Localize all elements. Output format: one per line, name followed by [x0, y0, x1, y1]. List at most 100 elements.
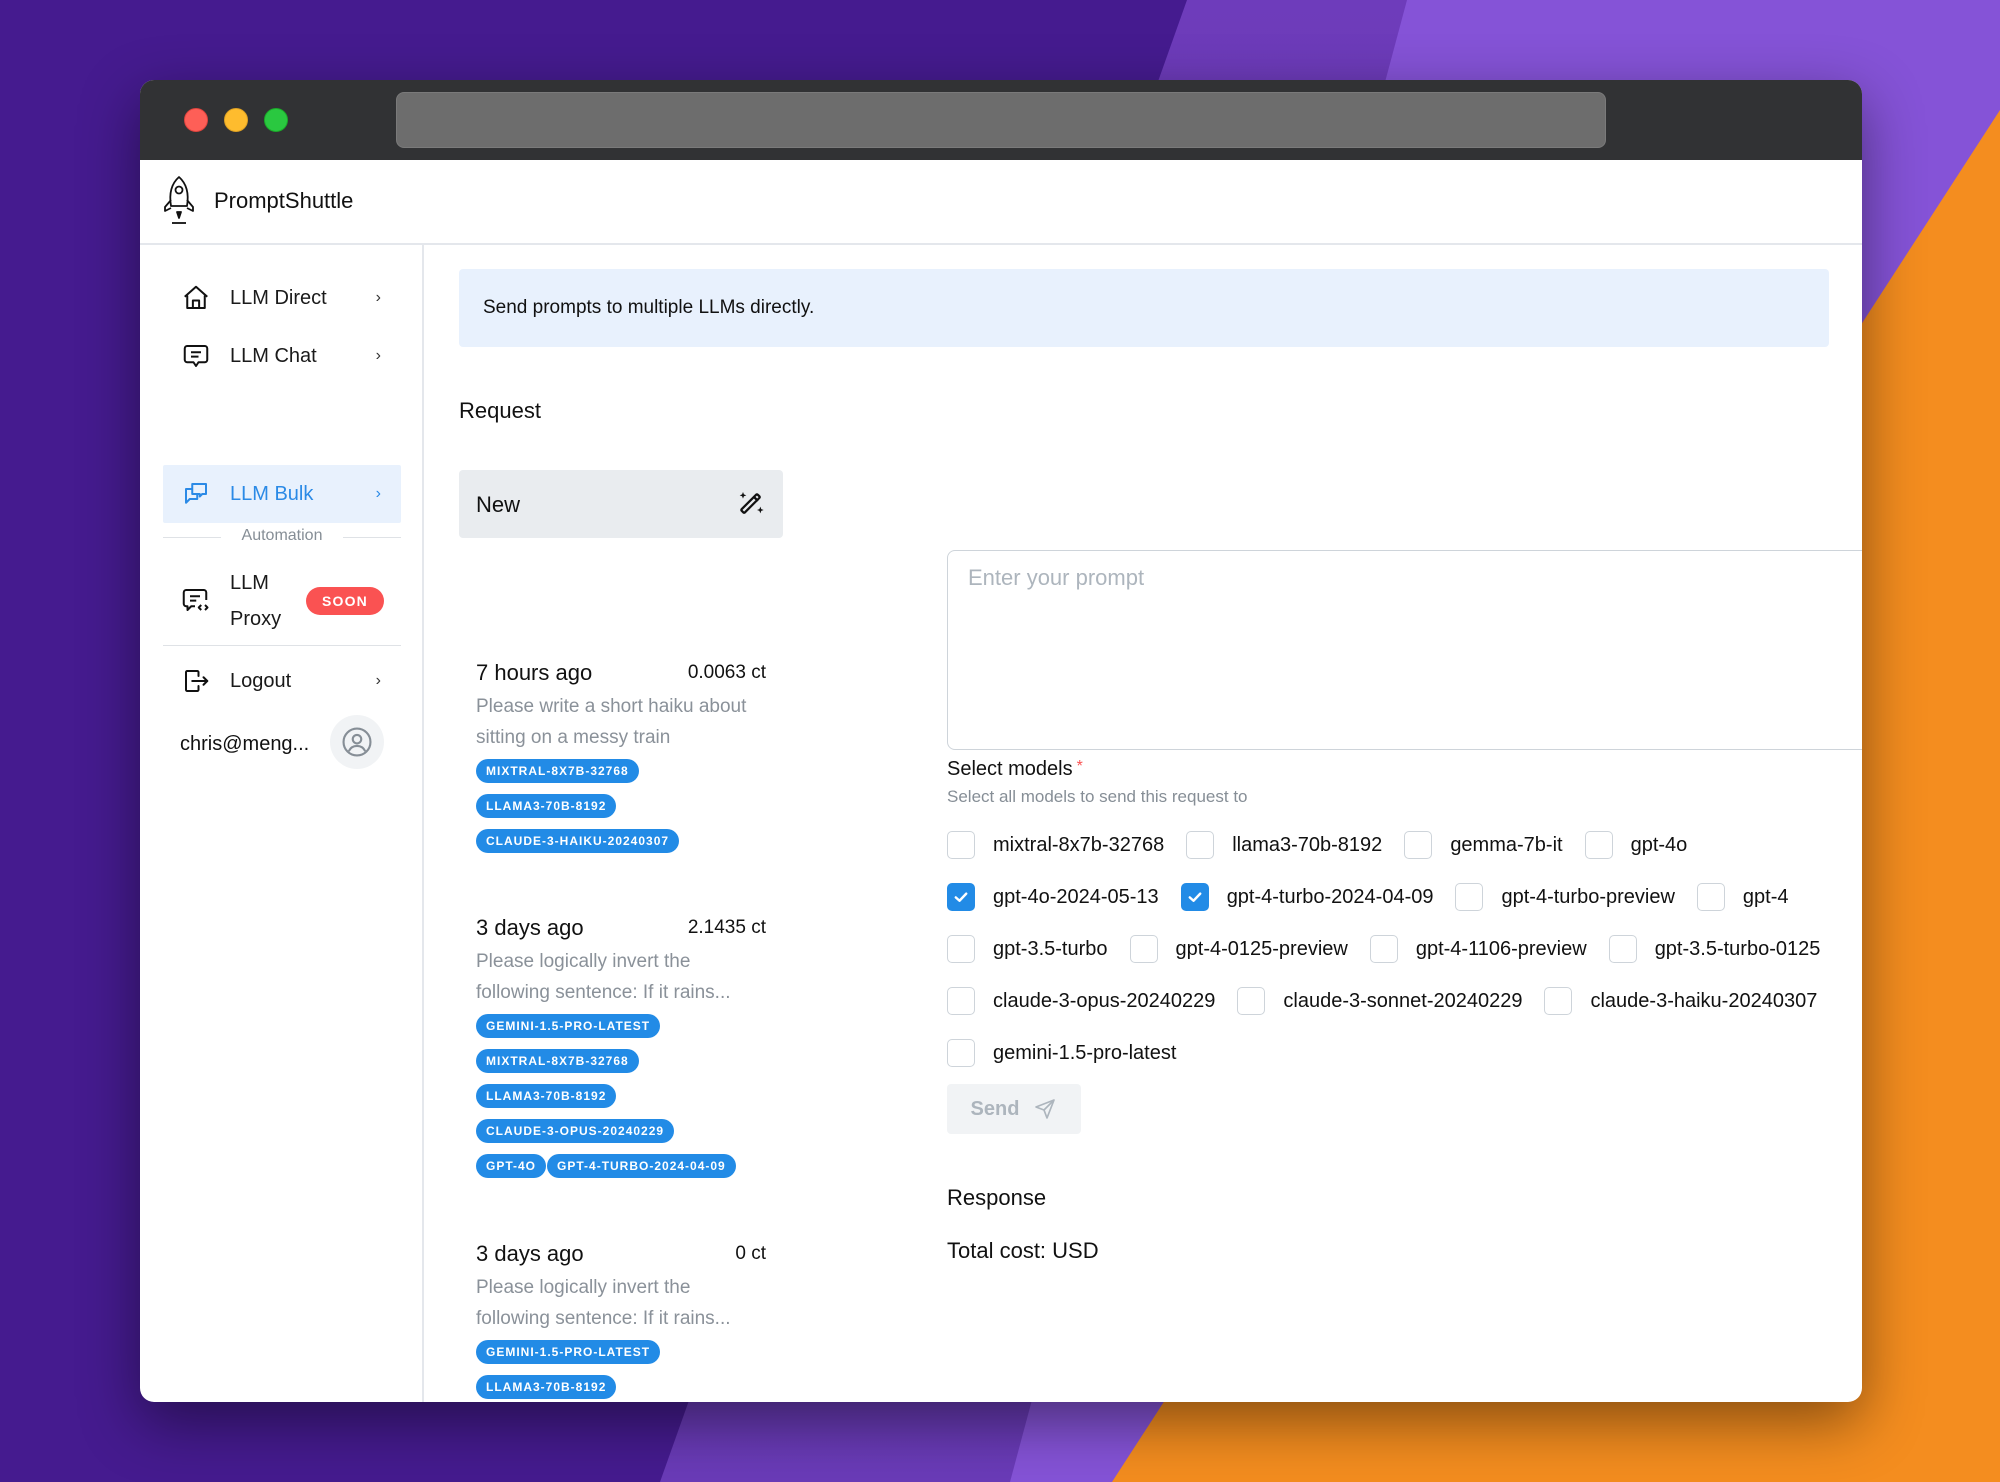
model-row: mixtral-8x7b-32768 llama3-70b-8192 gemma-7… [947, 819, 1862, 871]
model-name: gpt-4-turbo-2024-04-09 [1226, 885, 1434, 908]
model-checkbox-item[interactable]: llama3-70b-8192 [1186, 831, 1382, 859]
history-prompt: Please logically invert the following se… [476, 951, 731, 1003]
code-chat-icon [180, 585, 212, 617]
address-bar[interactable] [396, 92, 1606, 148]
model-name: gpt-4o-2024-05-13 [993, 885, 1159, 908]
checkbox-checked[interactable] [947, 883, 975, 911]
sidebar-item-llm-bulk[interactable]: LLM Bulk › [163, 465, 401, 523]
sidebar-item-label: LLM Direct [230, 286, 327, 309]
send-icon [1035, 1099, 1056, 1119]
model-row: gemini-1.5-pro-latest [947, 1027, 1862, 1079]
model-name: gemini-1.5-pro-latest [993, 1041, 1177, 1064]
section-label: Automation [241, 527, 323, 544]
chevron-right-icon: › [375, 347, 381, 364]
model-row: gpt-4o-2024-05-13 gpt-4-turbo-2024-04-09 g… [947, 871, 1862, 923]
rocket-logo-icon [164, 176, 194, 224]
checkbox[interactable] [947, 1039, 975, 1067]
model-tag: CLAUDE-3-HAIKU-20240307 [476, 829, 680, 853]
model-tag: GEMINI-1.5-PRO-LATEST [476, 1014, 661, 1038]
model-checkbox-item[interactable]: gemma-7b-it [1404, 831, 1563, 859]
checkbox[interactable] [1129, 935, 1158, 963]
sidebar-item-llm-chat[interactable]: LLM Chat › [163, 327, 401, 385]
maximize-window-button[interactable] [264, 108, 288, 132]
history-item[interactable]: 3 days ago 0 ct Please logically invert … [476, 1238, 766, 1402]
user-email: chris@meng... [180, 733, 310, 755]
checkbox[interactable] [947, 987, 975, 1015]
checkbox[interactable] [1696, 883, 1725, 911]
prompt-input[interactable] [947, 550, 1862, 750]
model-checkbox-item[interactable]: gpt-3.5-turbo-0125 [1608, 935, 1821, 963]
checkmark-icon [1188, 892, 1202, 902]
model-checkbox-item[interactable]: mixtral-8x7b-32768 [947, 831, 1164, 859]
checkbox[interactable] [1584, 831, 1613, 859]
model-name: llama3-70b-8192 [1232, 833, 1383, 856]
model-tag: GEMINI-1.5-PRO-LATEST [476, 1340, 661, 1364]
soon-badge: SOON [305, 587, 384, 615]
info-banner: Send prompts to multiple LLMs directly. [459, 269, 1829, 347]
response-heading: Response [947, 1185, 1047, 1210]
app-header: PromptShuttle [140, 160, 1862, 245]
model-tag: MIXTRAL-8X7B-32768 [476, 759, 639, 783]
sidebar-item-label: Logout [230, 669, 292, 692]
model-name: claude-3-opus-20240229 [993, 989, 1216, 1012]
checkbox[interactable] [1455, 883, 1484, 911]
model-checkbox-group: mixtral-8x7b-32768 llama3-70b-8192 gemma-7… [947, 819, 1862, 1079]
checkbox[interactable] [1544, 987, 1573, 1015]
model-checkbox-item[interactable]: gpt-4-0125-preview [1129, 935, 1348, 963]
history-cost: 0 ct [735, 1243, 766, 1264]
chat-icon [180, 340, 212, 372]
model-name: gpt-4 [1742, 885, 1789, 908]
sidebar-item-llm-proxy[interactable]: LLM Proxy SOON [163, 565, 401, 637]
model-tag: MIXTRAL-8X7B-32768 [476, 1049, 639, 1073]
sidebar-item-llm-direct[interactable]: LLM Direct › [163, 269, 401, 327]
model-name: mixtral-8x7b-32768 [993, 833, 1165, 856]
model-checkbox-item[interactable]: claude-3-opus-20240229 [947, 987, 1215, 1015]
model-name: claude-3-haiku-20240307 [1590, 989, 1818, 1012]
checkbox[interactable] [1369, 935, 1398, 963]
main-content: Send prompts to multiple LLMs directly. … [426, 245, 1862, 1402]
model-checkbox-item[interactable]: claude-3-haiku-20240307 [1544, 987, 1817, 1015]
sidebar: LLM Direct › LLM Chat › LLM Bulk › Autom… [140, 245, 424, 1402]
sidebar-item-logout[interactable]: Logout › [163, 652, 401, 710]
checkbox[interactable] [1237, 987, 1266, 1015]
minimize-window-button[interactable] [224, 108, 248, 132]
model-checkbox-item[interactable]: gemini-1.5-pro-latest [947, 1039, 1176, 1067]
model-checkbox-item[interactable]: gpt-3.5-turbo [947, 935, 1108, 963]
model-tag: GPT-4O [476, 1154, 547, 1178]
history-item[interactable]: 3 days ago 2.1435 ct Please logically in… [476, 912, 766, 1189]
model-tag: LLAMA3-70B-8192 [476, 794, 617, 818]
sidebar-item-label: LLM Proxy [230, 572, 282, 630]
history-cost: 0.0063 ct [687, 662, 766, 683]
model-checkbox-item[interactable]: gpt-4-turbo-2024-04-09 [1180, 883, 1434, 911]
model-name: gpt-3.5-turbo [993, 937, 1108, 960]
logout-icon [180, 665, 212, 697]
model-name: claude-3-sonnet-20240229 [1283, 989, 1523, 1012]
avatar[interactable] [330, 715, 384, 769]
send-button[interactable]: Send [947, 1084, 1081, 1134]
checkbox[interactable] [947, 935, 975, 963]
checkbox[interactable] [1608, 935, 1637, 963]
checkbox[interactable] [947, 831, 975, 859]
model-name: gemma-7b-it [1450, 833, 1563, 856]
model-checkbox-item[interactable]: gpt-4o-2024-05-13 [947, 883, 1159, 911]
model-checkbox-item[interactable]: gpt-4-turbo-preview [1455, 883, 1675, 911]
model-row: claude-3-opus-20240229 claude-3-sonnet-20… [947, 975, 1862, 1027]
model-checkbox-item[interactable]: gpt-4 [1696, 883, 1789, 911]
model-checkbox-item[interactable]: gpt-4-1106-preview [1369, 935, 1587, 963]
user-profile[interactable]: chris@meng... [180, 715, 400, 775]
checkmark-icon [954, 892, 968, 902]
model-name: gpt-4-1106-preview [1415, 937, 1587, 960]
history-prompt: Please write a short haiku about sitting… [476, 696, 747, 748]
model-checkbox-item[interactable]: gpt-4o [1584, 831, 1687, 859]
model-checkbox-item[interactable]: claude-3-sonnet-20240229 [1237, 987, 1522, 1015]
model-name: gpt-3.5-turbo-0125 [1654, 937, 1821, 960]
checkbox[interactable] [1186, 831, 1215, 859]
checkbox-checked[interactable] [1180, 883, 1209, 911]
select-models-label: Select models * [947, 758, 1083, 780]
history-cost: 2.1435 ct [687, 917, 766, 938]
close-window-button[interactable] [184, 108, 208, 132]
history-item[interactable]: 7 hours ago 0.0063 ct Please write a sho… [476, 657, 766, 864]
checkbox[interactable] [1404, 831, 1433, 859]
new-request-button[interactable]: New [459, 470, 783, 538]
model-name: gpt-4-turbo-preview [1501, 885, 1675, 908]
